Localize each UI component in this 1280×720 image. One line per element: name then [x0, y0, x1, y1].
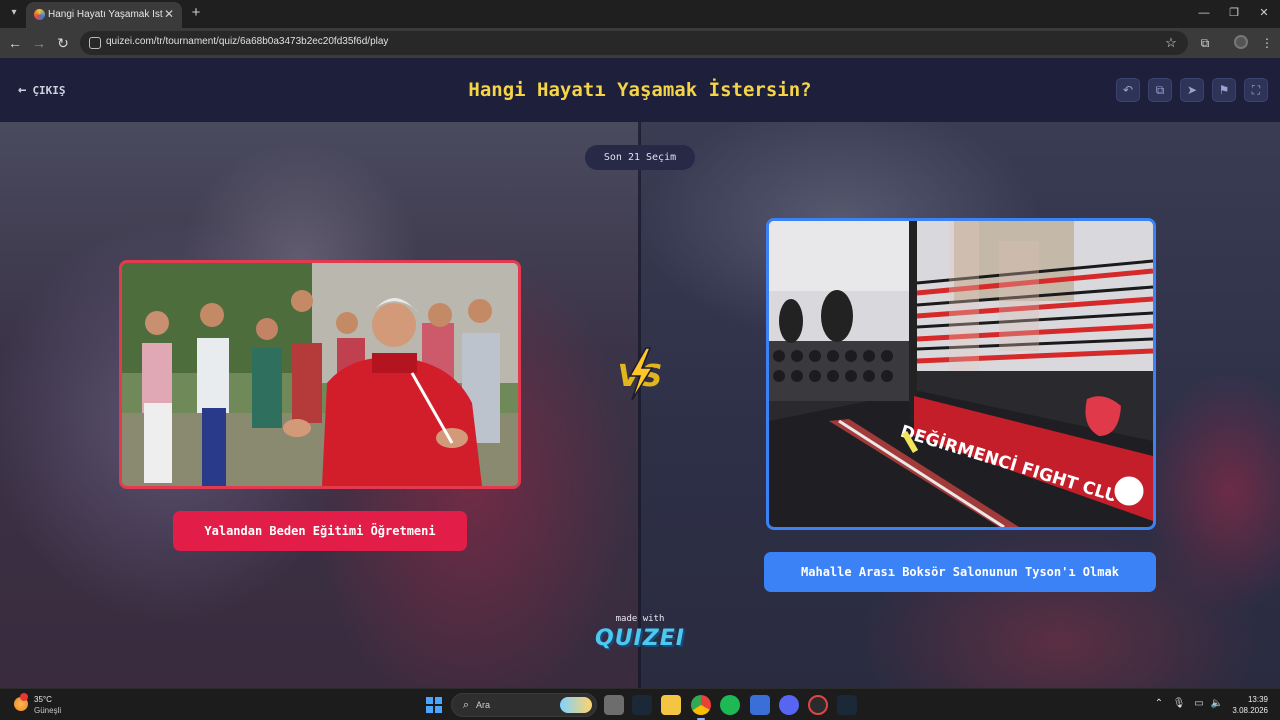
file-explorer-icon[interactable] — [661, 695, 681, 715]
network-icon[interactable]: ▭ — [1192, 697, 1206, 711]
minimize-icon[interactable]: — — [1194, 5, 1214, 21]
windows-start-icon[interactable] — [426, 697, 442, 713]
exit-label: ÇIKIŞ — [32, 84, 66, 97]
favicon-icon — [34, 9, 45, 20]
task-view-icon[interactable] — [604, 695, 624, 715]
site-info-icon[interactable] — [89, 37, 101, 49]
versus-lightning-icon: VS — [618, 347, 662, 401]
choice-left-button[interactable]: Yalandan Beden Eğitimi Öğretmeni — [173, 511, 467, 551]
weather-description: Güneşli — [34, 706, 62, 715]
undo-icon[interactable]: ↶ — [1116, 78, 1140, 102]
reload-icon[interactable]: ↻ — [54, 34, 72, 52]
send-icon[interactable]: ➤ — [1180, 78, 1204, 102]
choice-right-button[interactable]: Mahalle Arası Boksör Salonunun Tyson'ı O… — [764, 552, 1156, 592]
weather-alert-badge — [20, 693, 28, 701]
app-icon[interactable] — [808, 695, 828, 715]
tab-close-icon[interactable]: ✕ — [162, 7, 176, 21]
browser-tab[interactable]: Hangi Hayatı Yaşamak İstersin? ✕ — [26, 2, 182, 28]
tab-search-icon[interactable]: ▾ — [6, 5, 22, 21]
search-icon: ⌕ — [462, 699, 470, 711]
restore-icon[interactable]: ❐ — [1224, 5, 1244, 21]
copy-icon[interactable]: ⧉ — [1148, 78, 1172, 102]
flag-icon[interactable]: ⚑ — [1212, 78, 1236, 102]
chrome-icon[interactable] — [691, 695, 711, 720]
exit-button[interactable]: ← ÇIKIŞ — [18, 82, 66, 98]
quizei-logo[interactable]: QUIZEI — [580, 624, 700, 654]
quiz-page: ← ÇIKIŞ Hangi Hayatı Yaşamak İstersin? ↶ … — [0, 58, 1280, 688]
discord-icon[interactable] — [779, 695, 799, 715]
steam-alt-icon[interactable] — [837, 695, 857, 715]
search-placeholder: Ara — [476, 700, 491, 710]
back-icon[interactable]: ← — [6, 34, 24, 52]
boxing-gym-photo: DEĞİRMENCİ FIGHT CLUB — [769, 221, 1153, 527]
fullscreen-icon[interactable]: ⛶ — [1244, 78, 1268, 102]
teacher-photo — [122, 263, 518, 486]
address-bar[interactable]: quizei.com/tr/tournament/quiz/6a68b0a347… — [80, 31, 1188, 55]
steam-icon[interactable] — [632, 695, 652, 715]
quiz-header: ← ÇIKIŞ Hangi Hayatı Yaşamak İstersin? ↶ … — [0, 58, 1280, 122]
profile-avatar[interactable] — [1234, 35, 1248, 49]
browser-toolbar: ← → ↻ quizei.com/tr/tournament/quiz/6a68… — [0, 28, 1280, 58]
choice-right-image[interactable]: DEĞİRMENCİ FIGHT CLUB — [766, 218, 1156, 530]
url-text: quizei.com/tr/tournament/quiz/6a68b0a347… — [106, 36, 389, 47]
round-indicator: Son 21 Seçim — [585, 145, 695, 170]
choice-left-image[interactable] — [119, 260, 521, 489]
tab-title: Hangi Hayatı Yaşamak İstersin? — [48, 9, 163, 20]
clock-date[interactable]: 3.08.2026 — [1222, 705, 1268, 716]
clock-time[interactable]: 13:39 — [1228, 694, 1268, 705]
browser-menu-icon[interactable]: ⋮ — [1258, 34, 1276, 52]
browser-tab-strip: ▾ Hangi Hayatı Yaşamak İstersin? ✕ + — ❐… — [0, 0, 1280, 28]
forward-icon[interactable]: → — [30, 34, 48, 52]
quiz-title: Hangi Hayatı Yaşamak İstersin? — [468, 79, 812, 101]
weather-temperature: 35°C — [34, 695, 52, 704]
search-highlight-icon — [560, 697, 592, 713]
arrow-left-icon: ← — [18, 82, 27, 98]
new-tab-icon[interactable]: + — [188, 5, 204, 21]
center-divider — [638, 122, 641, 688]
os-taskbar: 35°C Güneşli ⌕ Ara ⌃ 🎙 ▭ 🔈 13:39 3.08.20… — [0, 688, 1280, 720]
network-tool-icon[interactable] — [750, 695, 770, 715]
window-close-icon[interactable]: ✕ — [1254, 5, 1274, 21]
extensions-icon[interactable]: ⧉ — [1196, 34, 1214, 52]
taskbar-search[interactable]: ⌕ Ara — [451, 693, 597, 717]
tray-chevron-icon[interactable]: ⌃ — [1152, 697, 1166, 711]
bookmark-star-icon[interactable]: ☆ — [1164, 35, 1178, 51]
microphone-icon[interactable]: 🎙 — [1172, 697, 1186, 711]
spotify-icon[interactable] — [720, 695, 740, 715]
